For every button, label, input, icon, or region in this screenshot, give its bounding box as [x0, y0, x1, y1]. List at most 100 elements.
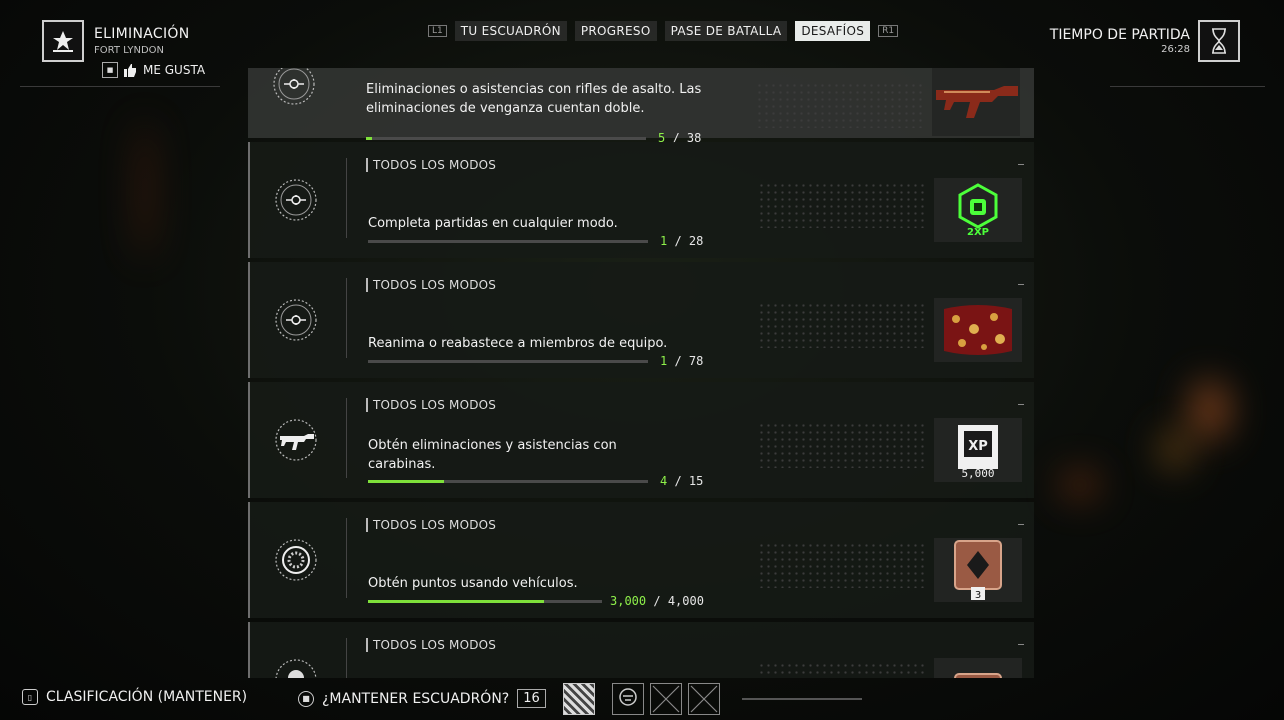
match-time-value: 26:28 — [1161, 44, 1190, 55]
progress-count: 4 / 15 — [660, 474, 704, 488]
divider — [346, 638, 347, 678]
challenge-description: Obtén eliminaciones y asistencias con ca… — [368, 438, 617, 472]
progress-bar — [366, 137, 646, 140]
progress-count: 3,000 / 4,000 — [610, 594, 704, 608]
challenge-card[interactable]: Eliminaciones o asistencias con rifles d… — [248, 68, 1034, 145]
progress-bar — [368, 360, 648, 363]
tab-bar: L1 TU ESCUADRÓN PROGRESO PASE DE BATALLA… — [428, 21, 899, 41]
close-icon — [690, 685, 718, 713]
progress-fill — [368, 480, 444, 483]
divider — [1110, 86, 1265, 87]
like-label: ME GUSTA — [143, 63, 206, 77]
keep-squad-count: 16 — [517, 689, 546, 708]
carbine-emblem-icon — [275, 419, 317, 461]
divider — [346, 158, 347, 238]
rank-badge-icon: 3 — [954, 540, 1002, 601]
challenge-card[interactable]: TODOS LOS MODOS Completa partidas en cua… — [248, 142, 1034, 258]
close-icon — [652, 685, 680, 713]
tab-challenges[interactable]: DESAFÍOS — [795, 21, 871, 41]
challenge-mode-label: TODOS LOS MODOS — [366, 518, 496, 532]
crosshair-emblem-icon — [273, 68, 315, 105]
rank-badge-icon — [954, 673, 1002, 678]
soldier-avatar-icon — [619, 688, 637, 706]
progress-bar — [368, 600, 602, 603]
hourglass-icon — [1198, 20, 1240, 62]
divider — [1018, 644, 1024, 645]
tab-squad[interactable]: TU ESCUADRÓN — [454, 21, 567, 41]
xp-token-reward: XP 5,000 — [934, 418, 1022, 482]
background-glow — [138, 120, 152, 260]
crosshair-emblem-icon — [275, 179, 317, 221]
tab-progress[interactable]: PROGRESO — [574, 21, 657, 41]
xp-token-icon: XP 5,000 — [958, 425, 998, 479]
progress-count: 1 / 28 — [660, 234, 704, 248]
divider — [346, 398, 347, 478]
scoreboard-label: CLASIFICACIÓN (MANTENER) — [46, 689, 248, 705]
map-name: FORT LYNDON — [94, 45, 165, 56]
challenge-list[interactable]: Eliminaciones o asistencias con rifles d… — [248, 68, 1034, 678]
reward-text: 2XP — [967, 227, 989, 237]
divider — [346, 278, 347, 358]
vehicle-emblem-icon — [275, 539, 317, 581]
touchpad-button-icon: ▯ — [22, 689, 38, 705]
progress-count: 1 / 78 — [660, 354, 704, 368]
dot-pattern — [758, 182, 926, 228]
divider — [346, 518, 347, 598]
rank-badge-reward — [934, 658, 1022, 678]
challenge-mode-label: TODOS LOS MODOS — [366, 398, 496, 412]
challenge-mode-label: TODOS LOS MODOS — [366, 278, 496, 292]
background-glow — [1060, 470, 1100, 500]
challenge-card[interactable]: TODOS LOS MODOS — [248, 622, 1034, 678]
background-glow — [1160, 430, 1190, 470]
challenge-card[interactable]: TODOS LOS MODOS Reanima o reabastece a m… — [248, 262, 1034, 378]
squad-member-slot[interactable] — [563, 683, 595, 715]
divider — [1018, 404, 1024, 405]
tab-battle-pass[interactable]: PASE DE BATALLA — [664, 21, 788, 41]
progress-fill — [366, 137, 372, 140]
dot-pattern — [758, 662, 926, 678]
progress-bar — [368, 480, 648, 483]
dot-pattern — [758, 302, 926, 348]
reward-text: 3 — [975, 590, 981, 601]
reward-label: XP — [968, 439, 988, 454]
gift-icon: ■ — [102, 62, 118, 78]
keep-squad-label: ¿MANTENER ESCUADRÓN? — [322, 690, 510, 707]
empty-squad-slot[interactable] — [688, 683, 720, 715]
challenge-description: Reanima o reabastece a miembros de equip… — [368, 336, 668, 351]
crosshair-emblem-icon — [275, 299, 317, 341]
dot-pattern — [758, 422, 926, 468]
challenge-card[interactable]: TODOS LOS MODOS Obtén puntos usando vehí… — [248, 502, 1034, 618]
scoreboard-hint[interactable]: ▯ CLASIFICACIÓN (MANTENER) — [22, 689, 247, 705]
reward-text: 5,000 — [961, 467, 994, 479]
divider — [742, 698, 862, 700]
skull-emblem-icon — [275, 659, 317, 678]
challenge-description: Eliminaciones o asistencias con rifles d… — [366, 82, 702, 116]
keep-squad-prompt[interactable]: ■ ¿MANTENER ESCUADRÓN? 16 — [298, 689, 546, 708]
weapon-skin-reward — [932, 68, 1020, 136]
background-glow — [1190, 380, 1230, 440]
2xp-token-reward: 2XP — [934, 178, 1022, 242]
2xp-token-icon: 2XP — [958, 183, 998, 237]
empty-squad-slot[interactable] — [650, 683, 682, 715]
divider — [1018, 284, 1024, 285]
divider — [20, 86, 220, 87]
challenge-description: Completa partidas en cualquier modo. — [368, 216, 618, 231]
game-mode-icon — [42, 20, 84, 62]
l1-button-icon[interactable]: L1 — [428, 25, 447, 37]
mode-title: ELIMINACIÓN — [94, 26, 190, 42]
camo-skin-reward — [934, 298, 1022, 362]
r1-button-icon[interactable]: R1 — [878, 25, 899, 37]
divider — [1018, 164, 1024, 165]
thumbs-up-icon — [124, 63, 136, 77]
rifle-skin-icon — [936, 86, 1018, 118]
squad-member-slot[interactable] — [612, 683, 644, 715]
challenge-card[interactable]: TODOS LOS MODOS Obtén eliminaciones y as… — [248, 382, 1034, 498]
dot-pattern — [758, 542, 926, 588]
options-button-icon: ■ — [298, 690, 314, 707]
match-time-label: TIEMPO DE PARTIDA — [1049, 27, 1190, 43]
dot-pattern — [756, 82, 924, 128]
camo-skin-icon — [944, 305, 1012, 355]
challenge-description: Obtén puntos usando vehículos. — [368, 576, 578, 591]
progress-fill — [368, 600, 544, 603]
like-button[interactable]: ■ ME GUSTA — [102, 62, 205, 78]
